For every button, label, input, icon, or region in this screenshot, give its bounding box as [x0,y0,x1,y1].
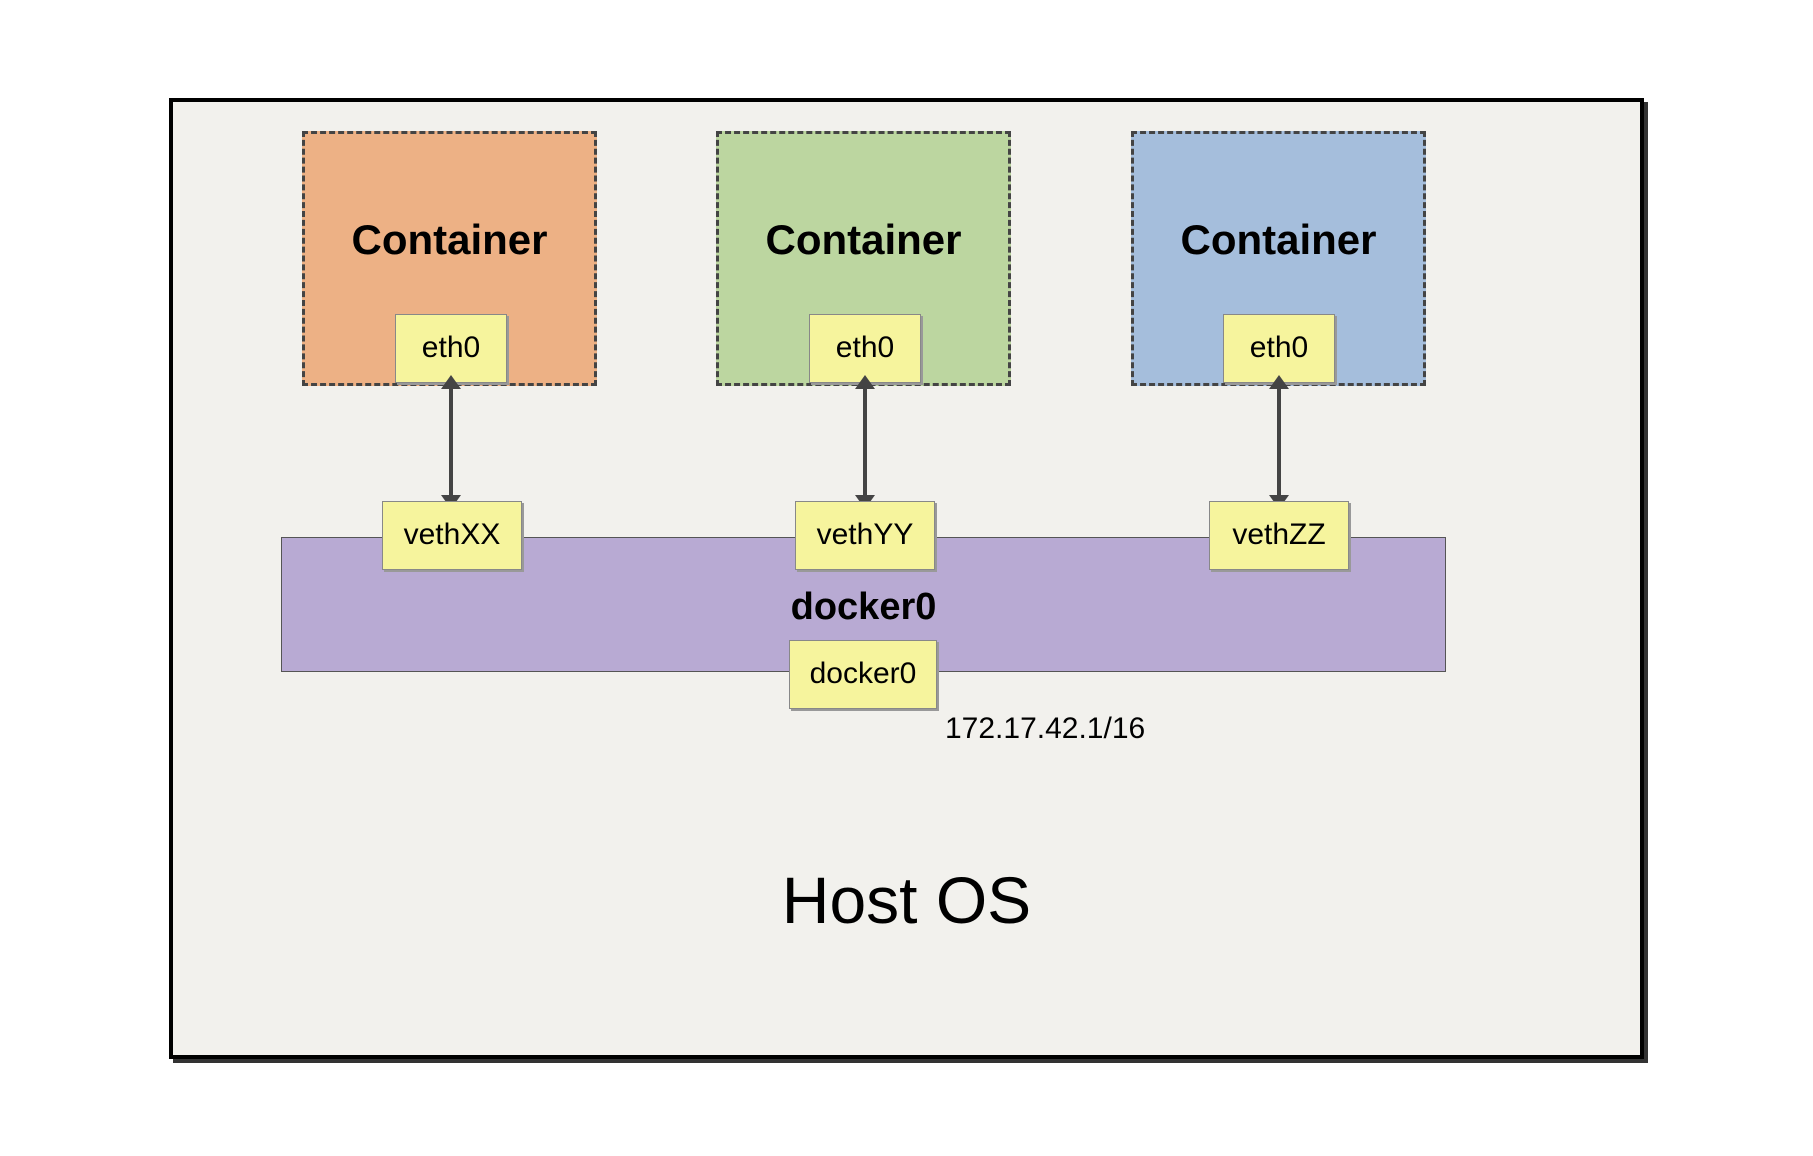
veth-box-3: vethZZ [1209,501,1349,570]
veth-box-1: vethXX [382,501,522,570]
arrow-3 [1277,387,1281,497]
docker-bridge-title: docker0 [282,586,1445,629]
eth0-box-3: eth0 [1223,314,1335,383]
eth0-box-2: eth0 [809,314,921,383]
host-os-label: Host OS [173,862,1640,938]
arrow-1 [449,387,453,497]
container-title-1: Container [305,216,594,264]
eth0-box-1: eth0 [395,314,507,383]
host-os-frame: Container Container Container docker0 et… [169,98,1644,1059]
veth-box-2: vethYY [795,501,935,570]
container-title-3: Container [1134,216,1423,264]
container-title-2: Container [719,216,1008,264]
arrow-2 [863,387,867,497]
docker0-interface-box: docker0 [789,640,937,709]
bridge-ip-label: 172.17.42.1/16 [945,712,1145,746]
